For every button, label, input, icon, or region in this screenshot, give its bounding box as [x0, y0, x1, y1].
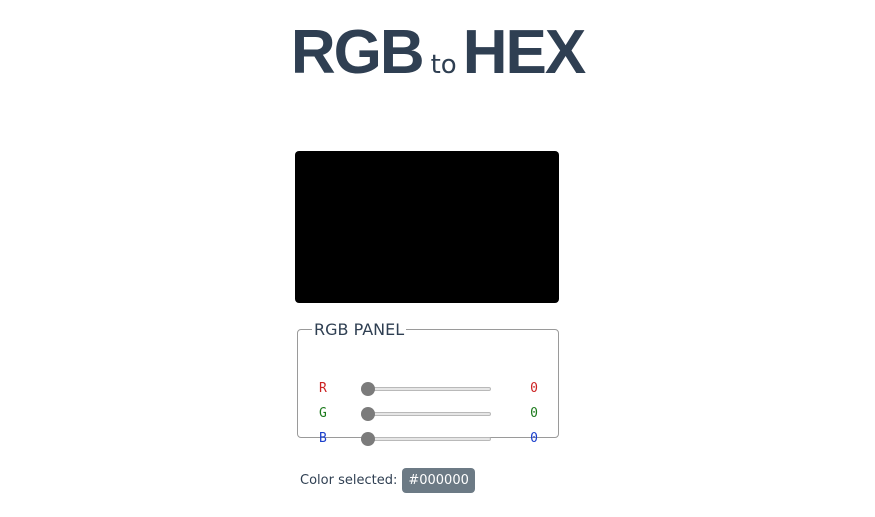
red-slider-thumb[interactable]	[361, 382, 375, 396]
title-connector: to	[430, 50, 457, 80]
color-selected-caption: Color selected:	[300, 472, 398, 488]
title-rgb: RGB	[290, 18, 425, 87]
color-selected: Color selected: #000000	[300, 465, 475, 495]
green-value: 0	[530, 406, 538, 421]
blue-value: 0	[530, 431, 538, 446]
rgb-panel: RGB PANEL R 0 G 0 B 0	[297, 320, 560, 446]
green-slider-thumb[interactable]	[361, 407, 375, 421]
hex-badge: #000000	[402, 467, 475, 493]
rgb-panel-legend: RGB PANEL	[314, 320, 405, 339]
red-channel-row: R 0	[298, 379, 560, 399]
blue-slider-thumb[interactable]	[361, 432, 375, 446]
green-channel-row: G 0	[298, 404, 560, 424]
red-label: R	[319, 381, 327, 396]
blue-channel-row: B 0	[298, 429, 560, 449]
page-title: RGB toHEX	[0, 22, 875, 84]
title-hex: HEX	[462, 18, 586, 87]
red-slider[interactable]	[361, 387, 491, 391]
color-preview	[295, 151, 559, 303]
red-value: 0	[530, 381, 538, 396]
blue-label: B	[319, 431, 327, 446]
blue-slider[interactable]	[361, 437, 491, 441]
green-label: G	[319, 406, 327, 421]
green-slider[interactable]	[361, 412, 491, 416]
